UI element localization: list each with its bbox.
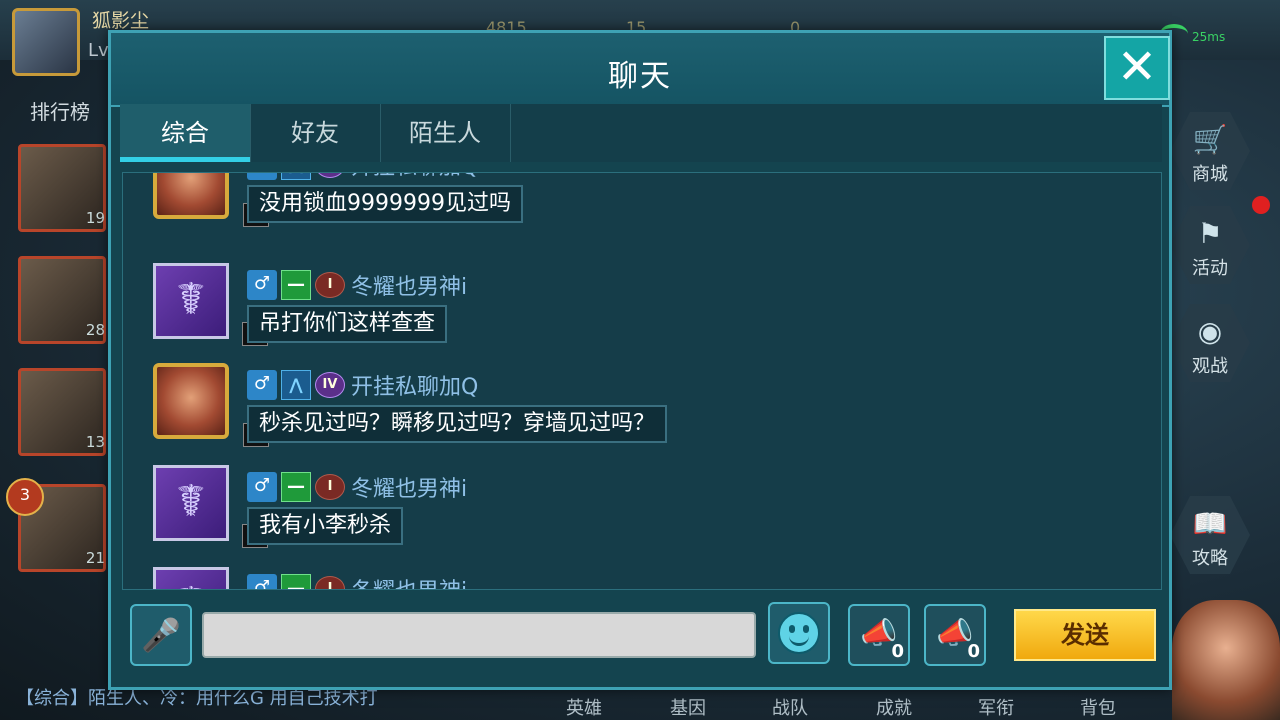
cart-icon: 🛒	[1192, 123, 1228, 156]
chat-message: 24 ♂⋀IV开挂私聊加Q 秒杀见过吗？瞬移见过吗？穿墙见过吗？	[123, 363, 1161, 459]
rank-badge: I	[315, 272, 345, 298]
book-icon: 📖	[1192, 507, 1228, 540]
gold-horn-button[interactable]: 📣 0	[848, 604, 910, 666]
status-icon: —	[281, 270, 311, 300]
nav-backpack[interactable]: 背包	[1080, 694, 1116, 720]
vip-icon: ⋀	[281, 370, 311, 400]
close-icon: ✕	[1116, 39, 1158, 95]
chat-message: 7 ♂—I冬耀也男神i 吊打你们这样查查	[123, 263, 1161, 359]
hero-level: 21	[85, 549, 105, 567]
close-button[interactable]: ✕	[1104, 36, 1170, 100]
sender-name[interactable]: 冬耀也男神i	[351, 471, 467, 503]
message-header: ♂ — I 冬耀也男神i	[247, 573, 467, 589]
chat-header: 聊天	[111, 33, 1169, 107]
smiley-icon	[778, 612, 820, 654]
sender-name[interactable]: 冬耀也男神i	[351, 573, 467, 589]
hero-level: 19	[85, 209, 105, 227]
ping-readout: 25ms	[1192, 30, 1226, 44]
sender-avatar[interactable]: 24	[153, 173, 269, 227]
nav-genes[interactable]: 基因	[670, 694, 706, 720]
events-alert-dot	[1252, 196, 1270, 214]
chat-title: 聊天	[608, 59, 672, 94]
rank-badge: IV	[315, 372, 345, 398]
eye-icon: ◉	[1197, 315, 1223, 348]
male-icon: ♂	[247, 270, 277, 300]
hero-level: 13	[85, 433, 105, 451]
chat-message: 24 ♂ ⋀ IV 开挂私聊加Q 没用锁血9999999见过吗	[123, 173, 1161, 239]
player-name: 狐影尘	[92, 10, 150, 32]
male-icon: ♂	[247, 370, 277, 400]
chat-message: 7 ♂—I冬耀也男神i 我有小李秒杀	[123, 465, 1161, 561]
notification-badge: 3	[6, 478, 44, 516]
shop-label: 商城	[1192, 164, 1228, 185]
tab-strangers[interactable]: 陌生人	[380, 104, 511, 162]
male-icon: ♂	[247, 472, 277, 502]
tab-general[interactable]: 综合	[120, 104, 251, 162]
nav-heroes[interactable]: 英雄	[566, 694, 602, 720]
vip-icon: ⋀	[281, 173, 311, 180]
nav-team[interactable]: 战队	[772, 694, 808, 720]
microphone-icon: 🎤	[141, 616, 181, 654]
gold-horn-count: 0	[891, 641, 904, 662]
silver-horn-button[interactable]: 📣 0	[924, 604, 986, 666]
ranking-hero[interactable]: 28	[18, 256, 106, 344]
male-icon: ♂	[247, 574, 277, 589]
player-avatar[interactable]	[12, 8, 80, 76]
message-header: ♂⋀IV开挂私聊加Q	[247, 369, 478, 401]
shop-button[interactable]: 🛒 商城	[1170, 112, 1250, 190]
events-label: 活动	[1192, 258, 1228, 279]
ranking-hero[interactable]: 19	[18, 144, 106, 232]
sender-name[interactable]: 开挂私聊加Q	[351, 173, 478, 181]
message-header: ♂—I冬耀也男神i	[247, 471, 467, 503]
guide-label: 攻略	[1192, 548, 1228, 569]
bookmark-icon: ⚑	[1197, 217, 1223, 250]
nav-achievements[interactable]: 成就	[876, 694, 912, 720]
emoji-button[interactable]	[768, 602, 830, 664]
events-button[interactable]: ⚑ 活动	[1170, 206, 1250, 284]
send-button[interactable]: 发送	[1014, 609, 1156, 661]
sender-avatar[interactable]: 7	[153, 263, 268, 346]
hero-portrait[interactable]	[1172, 600, 1280, 720]
guide-button[interactable]: 📖 攻略	[1170, 496, 1250, 574]
chat-tabs: 综合 好友 陌生人	[120, 104, 1162, 162]
spectate-label: 观战	[1192, 356, 1228, 377]
sender-avatar[interactable]: 7	[153, 567, 229, 589]
sender-avatar[interactable]: 24	[153, 363, 269, 447]
sender-name[interactable]: 开挂私聊加Q	[351, 369, 478, 401]
sender-avatar[interactable]: 7	[153, 465, 268, 548]
voice-button[interactable]: 🎤	[130, 604, 192, 666]
message-bubble: 秒杀见过吗？瞬移见过吗？穿墙见过吗？	[247, 405, 668, 443]
male-icon: ♂	[247, 173, 277, 180]
message-header: ♂—I冬耀也男神i	[247, 269, 467, 301]
spectate-button[interactable]: ◉ 观战	[1170, 304, 1250, 382]
silver-horn-count: 0	[967, 641, 980, 662]
ranking-tab[interactable]: 排行榜	[30, 96, 90, 125]
message-bubble: 吊打你们这样查查	[247, 305, 448, 343]
rank-badge: I	[315, 576, 345, 589]
message-bubble: 我有小李秒杀	[247, 507, 404, 545]
nav-rank[interactable]: 军衔	[978, 694, 1014, 720]
sender-name[interactable]: 冬耀也男神i	[351, 269, 467, 301]
message-bubble: 没用锁血9999999见过吗	[247, 185, 523, 223]
status-icon: —	[281, 574, 311, 589]
message-list[interactable]: 24 ♂⋀IV开挂私聊加Q 没用锁血9999999见过吗 7 ♂—I冬耀也男神i…	[122, 172, 1162, 590]
rank-badge: IV	[315, 173, 345, 178]
ranking-hero[interactable]: 13	[18, 368, 106, 456]
hero-level: 28	[85, 321, 105, 339]
chat-input[interactable]	[202, 612, 756, 658]
message-header: ♂ ⋀ IV 开挂私聊加Q	[247, 173, 478, 181]
rank-badge: I	[315, 474, 345, 500]
chat-message: 7 ♂ — I 冬耀也男神i	[123, 567, 1161, 589]
status-icon: —	[281, 472, 311, 502]
tab-friends[interactable]: 好友	[250, 104, 381, 162]
